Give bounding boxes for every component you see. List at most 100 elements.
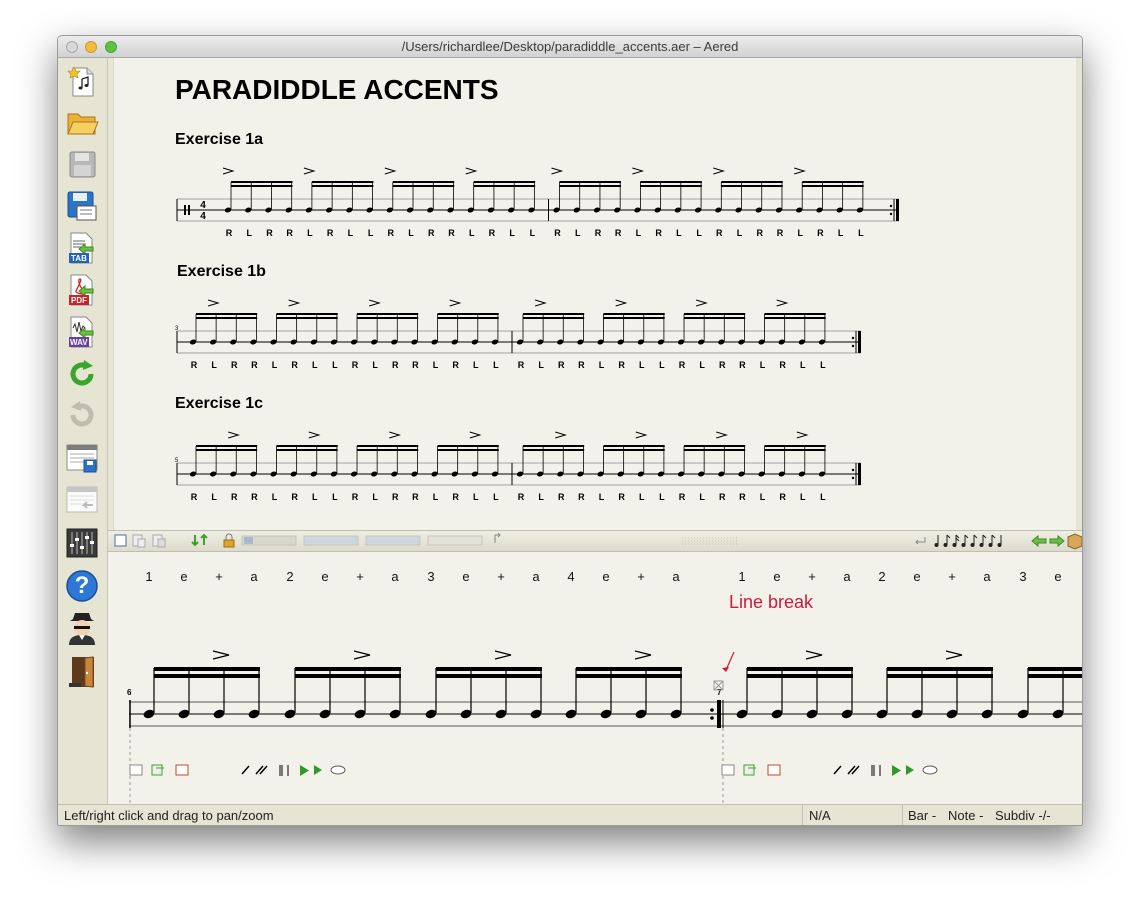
note-beam xyxy=(196,445,258,447)
new-file-icon[interactable] xyxy=(65,65,99,99)
sticking-label: R xyxy=(554,228,561,238)
sticking-label: R xyxy=(231,492,238,502)
note-beam xyxy=(887,667,993,671)
view-window-back-icon[interactable] xyxy=(65,483,99,517)
help-icon[interactable]: ? xyxy=(65,569,99,603)
note-beam xyxy=(764,445,826,447)
status-bar-value: Bar - xyxy=(908,808,937,823)
sticking-label: L xyxy=(599,492,605,502)
note-beam xyxy=(887,674,993,678)
sticking-label: L xyxy=(538,492,544,502)
sticking-label: L xyxy=(800,360,806,370)
sticking-label: R xyxy=(719,492,726,502)
return-icon[interactable] xyxy=(915,537,926,545)
redo-icon[interactable] xyxy=(65,398,99,432)
sticking-label: R xyxy=(558,360,565,370)
note-beam xyxy=(523,317,585,319)
accent-mark xyxy=(796,431,809,439)
sticking-label: L xyxy=(211,360,217,370)
save-as-icon[interactable] xyxy=(65,189,99,223)
note-beam xyxy=(684,313,746,315)
move-down-up-icon[interactable] xyxy=(191,533,208,547)
note-beam xyxy=(392,185,455,187)
sticking-label: L xyxy=(538,360,544,370)
sticking-label: R xyxy=(655,228,662,238)
note-beam xyxy=(684,449,746,451)
sticking-label: L xyxy=(493,360,499,370)
note-beam xyxy=(576,674,682,678)
repeat-one-icon xyxy=(833,765,842,775)
sticking-label: R xyxy=(739,492,746,502)
accent-mark xyxy=(288,299,301,307)
accent-mark xyxy=(389,431,402,439)
sticking-label: R xyxy=(679,360,686,370)
note-beam xyxy=(154,667,260,671)
sticking-label: R xyxy=(392,360,399,370)
sticking-label: L xyxy=(433,492,439,502)
exit-door-icon[interactable] xyxy=(65,655,99,689)
sticking-label: L xyxy=(639,360,645,370)
copy-icon[interactable] xyxy=(132,534,146,548)
sticking-label: L xyxy=(575,228,581,238)
note-beam xyxy=(154,674,260,678)
export-pdf-icon[interactable]: PDF xyxy=(65,273,99,307)
sticking-label: L xyxy=(312,360,318,370)
nav-left-arrow-icon[interactable] xyxy=(1031,534,1047,548)
note-beam xyxy=(684,445,746,447)
sticking-label: R xyxy=(191,360,198,370)
sticking-label: R xyxy=(719,360,726,370)
accent-mark xyxy=(794,167,806,175)
nav-right-arrow-icon[interactable] xyxy=(1049,534,1065,548)
sticking-label: R xyxy=(518,492,525,502)
repeat-dot xyxy=(851,336,855,340)
note-beam xyxy=(196,317,258,319)
note-beam xyxy=(196,449,258,451)
user-avatar-icon[interactable] xyxy=(65,611,99,645)
status-position: N/A xyxy=(809,808,831,823)
accent-mark xyxy=(632,167,645,175)
accent-mark xyxy=(713,167,726,175)
sticking-label: L xyxy=(636,228,642,238)
clone-bar-icon xyxy=(743,764,756,776)
final-barline xyxy=(858,331,861,353)
score-view[interactable]: PARADIDDLE ACCENTS Exercise 1a Exercise … xyxy=(113,58,1082,532)
sticking-label: R xyxy=(615,228,622,238)
view-window-icon[interactable] xyxy=(65,441,99,475)
sticking-label: L xyxy=(760,492,766,502)
sticking-label: L xyxy=(676,228,682,238)
package-icon[interactable] xyxy=(1067,533,1082,550)
export-wav-icon[interactable]: WAV xyxy=(65,315,99,349)
save-icon[interactable] xyxy=(65,147,99,181)
note-beam xyxy=(559,181,621,183)
note-beam xyxy=(802,185,864,187)
sticking-label: L xyxy=(530,228,536,238)
sticking-label: R xyxy=(618,360,625,370)
note-beam xyxy=(436,667,542,671)
note-beam xyxy=(357,317,419,319)
open-folder-icon[interactable] xyxy=(65,106,99,140)
left-toolbar: TAB PDF WAV ? xyxy=(58,58,108,804)
note-beam xyxy=(764,317,826,319)
sticking-label: R xyxy=(327,228,334,238)
sticking-label: R xyxy=(286,228,293,238)
undo-icon[interactable] xyxy=(65,357,99,391)
drum-editor[interactable]: 1 e + a 2 e + a 3 e + a 4 e + a 1 e + a 2 e + a 3 e Line break 67 xyxy=(108,552,1082,804)
corner-arrow-icon[interactable] xyxy=(494,532,501,543)
sticking-label: R xyxy=(578,492,585,502)
select-icon[interactable] xyxy=(114,534,127,547)
lock-icon[interactable] xyxy=(223,533,235,548)
note-value-icons[interactable] xyxy=(934,534,1002,547)
sticking-label: L xyxy=(272,360,278,370)
play-from-icon xyxy=(906,765,914,775)
accent-mark xyxy=(303,167,316,175)
paste-icon[interactable] xyxy=(152,534,166,548)
export-tab-icon[interactable]: TAB xyxy=(65,231,99,265)
export-pdf-label: PDF xyxy=(71,296,87,305)
accent-mark xyxy=(353,650,371,660)
accent-mark xyxy=(228,431,240,439)
note-beam xyxy=(231,185,293,187)
title-bar[interactable]: /Users/richardlee/Desktop/paradiddle_acc… xyxy=(58,36,1082,58)
mixer-icon[interactable] xyxy=(65,526,99,560)
bar-number: 6 xyxy=(127,688,132,697)
accent-mark xyxy=(308,431,321,439)
